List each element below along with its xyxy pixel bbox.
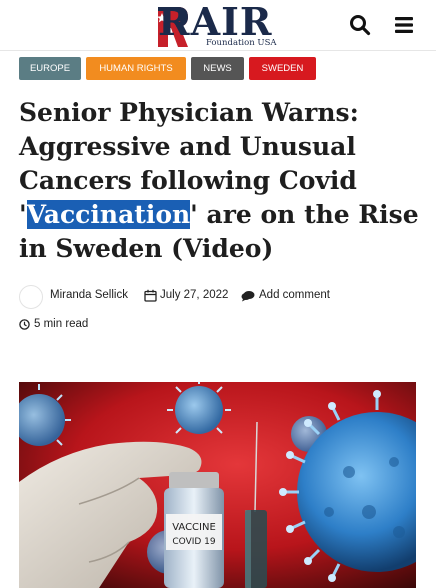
add-comment-link[interactable]: Add comment	[259, 289, 330, 301]
comment-icon	[241, 291, 255, 302]
tag-human-rights[interactable]: HUMAN RIGHTS	[86, 57, 186, 80]
tag-news[interactable]: NEWS	[191, 57, 244, 80]
article-meta: Miranda Sellick July 27, 2022 Add commen…	[19, 285, 429, 309]
tag-sweden[interactable]: SWEDEN	[249, 57, 316, 80]
clock-icon	[19, 319, 30, 330]
publish-date: July 27, 2022	[160, 289, 229, 301]
author-avatar[interactable]	[19, 285, 43, 309]
vaccine-vial: VACCINE COVID 19	[164, 472, 224, 588]
logo-subtitle: Foundation USA	[206, 38, 277, 48]
article-title: Senior Physician Warns: Aggressive and U…	[19, 96, 419, 266]
vaccine-covid-illustration: VACCINE COVID 19	[19, 382, 416, 588]
author-name[interactable]: Miranda Sellick	[50, 289, 128, 301]
calendar-icon	[144, 289, 157, 302]
featured-image[interactable]: VACCINE COVID 19	[19, 382, 416, 588]
site-header: RAIR Foundation USA	[0, 0, 436, 51]
vial-label-1: VACCINE	[172, 522, 216, 533]
tag-europe[interactable]: EUROPE	[19, 57, 81, 80]
menu-icon[interactable]	[393, 14, 415, 36]
read-time-text: 5 min read	[34, 318, 89, 330]
vial-label-2: COVID 19	[172, 537, 216, 547]
search-icon[interactable]	[349, 14, 371, 36]
site-logo[interactable]: RAIR Foundation USA	[156, 0, 280, 49]
title-highlighted-word: Vaccination	[26, 200, 191, 229]
